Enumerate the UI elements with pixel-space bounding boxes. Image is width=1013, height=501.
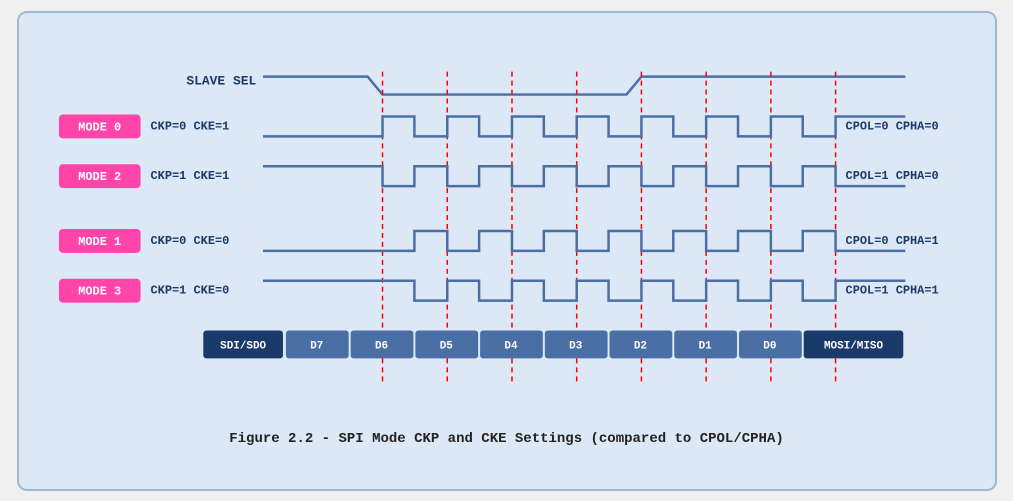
d0-label: D0 <box>763 340 776 352</box>
d3-label: D3 <box>569 340 583 352</box>
mode2-params: CKP=1 CKE=1 <box>150 169 229 183</box>
diagram-area: SLAVE SEL MODE 0 CKP=0 CKE=1 CPOL=0 CPHA… <box>39 31 975 421</box>
slave-sel-label: SLAVE SEL <box>186 73 256 88</box>
mode0-waveform <box>263 116 905 136</box>
timing-diagram-svg: SLAVE SEL MODE 0 CKP=0 CKE=1 CPOL=0 CPHA… <box>39 31 975 421</box>
mode3-label: MODE 3 <box>78 284 121 298</box>
sdi-sdo-label: SDI/SDO <box>220 340 266 352</box>
main-container: SLAVE SEL MODE 0 CKP=0 CKE=1 CPOL=0 CPHA… <box>17 11 997 491</box>
slave-sel-waveform <box>263 76 905 94</box>
d4-label: D4 <box>504 340 518 352</box>
mode1-params: CKP=0 CKE=0 <box>150 233 229 247</box>
mode3-waveform <box>263 280 905 300</box>
mode1-label: MODE 1 <box>78 234 121 248</box>
mode1-right: CPOL=0 CPHA=1 <box>845 233 938 247</box>
mode3-right: CPOL=1 CPHA=1 <box>845 283 938 297</box>
mode2-waveform <box>263 166 905 186</box>
mode1-waveform <box>263 230 905 250</box>
mode0-params: CKP=0 CKE=1 <box>150 119 229 133</box>
mode0-label: MODE 0 <box>78 120 121 134</box>
d5-label: D5 <box>439 340 452 352</box>
mosi-miso-label: MOSI/MISO <box>823 340 883 352</box>
mode0-right: CPOL=0 CPHA=0 <box>845 119 938 133</box>
d7-label: D7 <box>310 340 323 352</box>
mode2-right: CPOL=1 CPHA=0 <box>845 169 938 183</box>
d2-label: D2 <box>633 340 646 352</box>
figure-caption: Figure 2.2 - SPI Mode CKP and CKE Settin… <box>39 431 975 447</box>
mode3-params: CKP=1 CKE=0 <box>150 283 229 297</box>
d1-label: D1 <box>698 340 712 352</box>
mode2-label: MODE 2 <box>78 170 121 184</box>
d6-label: D6 <box>374 340 387 352</box>
